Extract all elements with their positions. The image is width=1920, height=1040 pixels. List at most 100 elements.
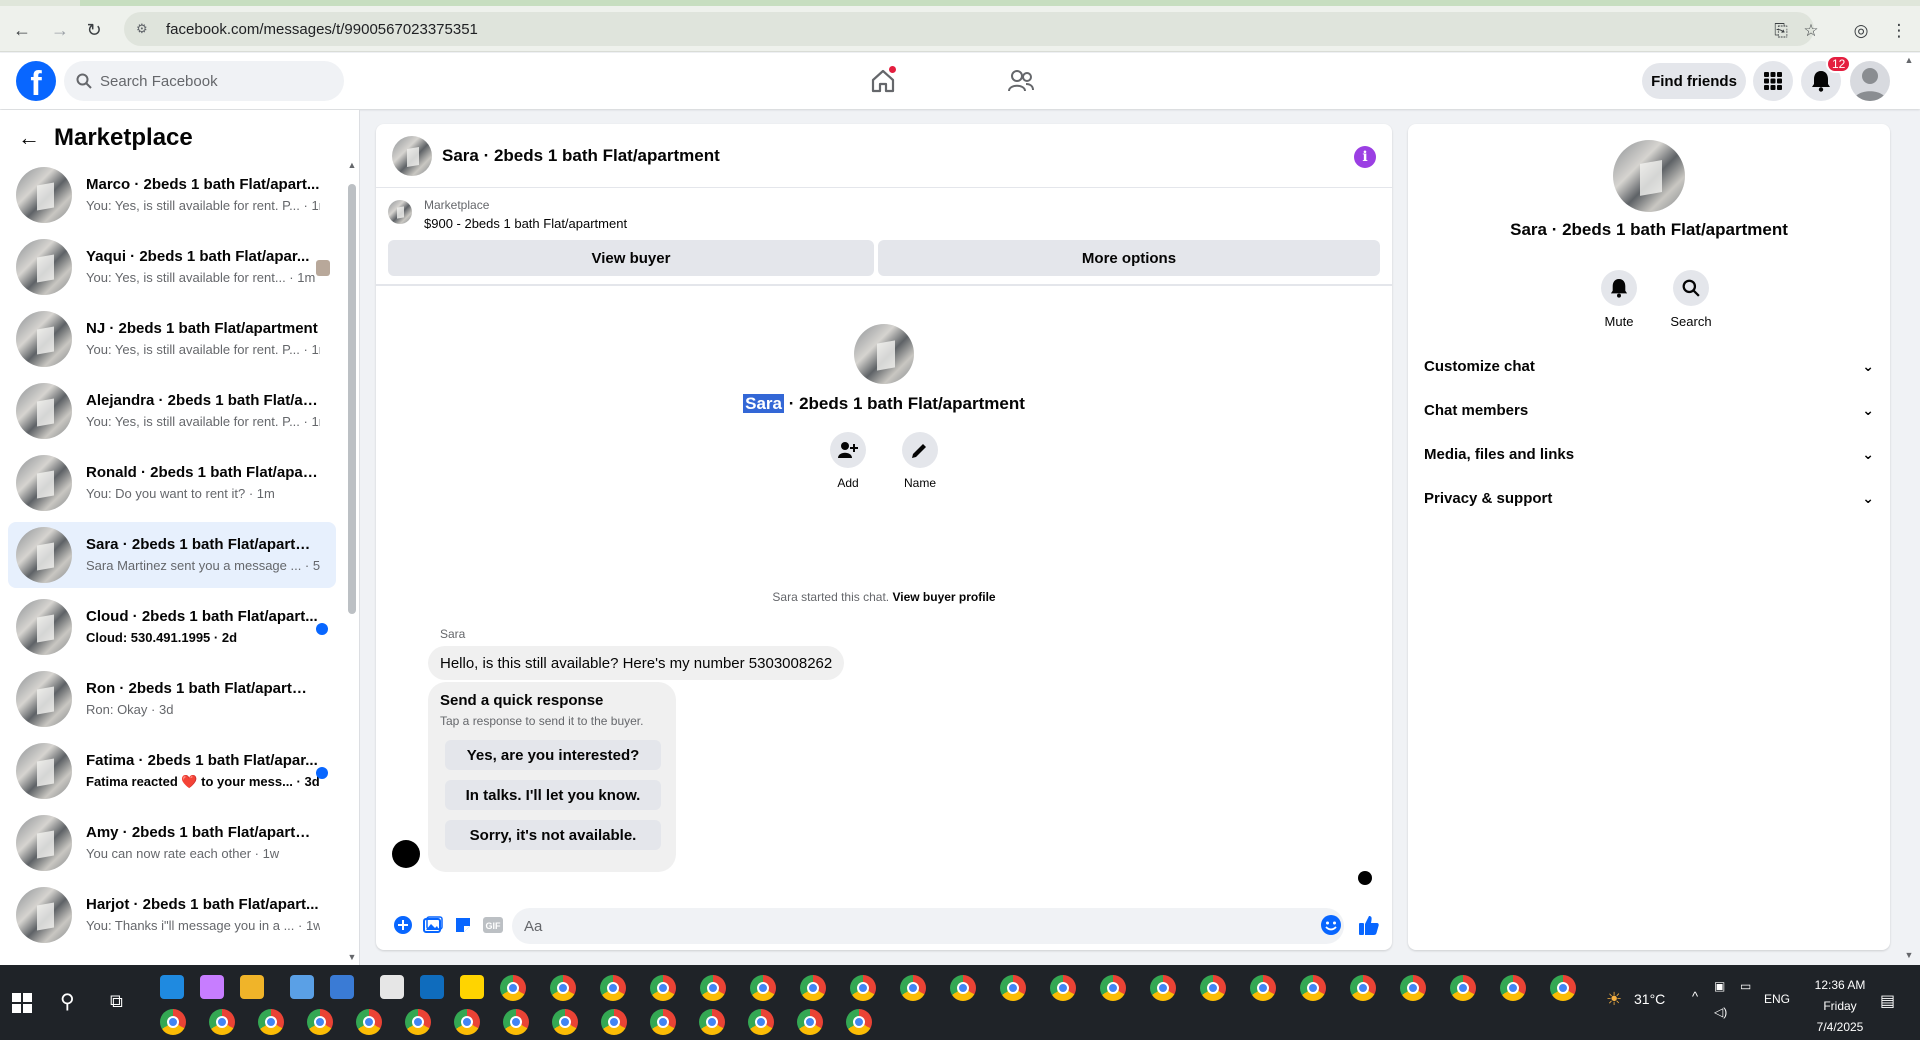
conversation-item[interactable]: Harjot · 2beds 1 bath Flat/apart... You: … [8, 882, 336, 948]
taskbar-app-icon[interactable] [1050, 975, 1076, 1001]
profile-icon[interactable]: ◎ [1850, 20, 1872, 42]
taskbar-app-icon[interactable] [240, 975, 264, 999]
conversation-item[interactable]: Fatima · 2beds 1 bath Flat/apar... Fatima… [8, 738, 336, 804]
friends-nav[interactable] [1001, 61, 1041, 101]
scroll-up-arrow-icon[interactable]: ▲ [347, 160, 357, 170]
address-bar[interactable]: ⚙ facebook.com/messages/t/99005670233753… [124, 12, 1814, 46]
taskbar-app-icon[interactable] [200, 975, 224, 999]
mute-action[interactable]: Mute [1589, 270, 1649, 329]
name-chat-action[interactable]: Name [890, 432, 950, 490]
forward-icon[interactable]: → [46, 16, 74, 44]
taskbar-app-icon[interactable] [1550, 975, 1576, 1001]
back-icon[interactable]: ← [8, 16, 36, 44]
site-settings-icon[interactable]: ⚙ [136, 21, 158, 37]
taskbar-app-icon[interactable] [699, 1009, 725, 1035]
taskbar-app-icon[interactable] [650, 1009, 676, 1035]
conversation-item[interactable]: Marco · 2beds 1 bath Flat/apart... You: Y… [8, 162, 336, 228]
home-nav[interactable] [863, 61, 903, 101]
taskbar-app-icon[interactable] [1450, 975, 1476, 1001]
taskbar-app-icon[interactable] [1500, 975, 1526, 1001]
taskbar-app-icon[interactable] [405, 1009, 431, 1035]
bookmark-star-icon[interactable]: ☆ [1800, 20, 1822, 42]
windows-start-icon[interactable] [12, 993, 32, 1013]
view-buyer-profile-link[interactable]: View buyer profile [892, 590, 995, 604]
taskbar-app-icon[interactable] [160, 975, 184, 999]
taskbar-app-icon[interactable] [900, 975, 926, 1001]
taskbar-app-icon[interactable] [356, 1009, 382, 1035]
meet-now-icon[interactable]: ▣ [1714, 979, 1725, 993]
chat-avatar[interactable] [392, 135, 432, 176]
conversation-item[interactable]: NJ · 2beds 1 bath Flat/apartment You: Yes… [8, 306, 336, 372]
conversation-item[interactable]: Alejandra · 2beds 1 bath Flat/ap... You: … [8, 378, 336, 444]
taskbar-app-icon[interactable] [1000, 975, 1026, 1001]
weather-temperature[interactable]: 31°C [1634, 991, 1665, 1007]
sidebar-scrollbar[interactable] [348, 170, 356, 960]
conversation-item[interactable]: Yaqui · 2beds 1 bath Flat/apar... You: Ye… [8, 234, 336, 300]
menu-kebab-icon[interactable]: ⋮ [1888, 20, 1910, 42]
photo-icon[interactable] [422, 914, 444, 936]
conversation-item[interactable]: Ronald · 2beds 1 bath Flat/apart... You: … [8, 450, 336, 516]
taskbar-app-icon[interactable] [600, 975, 626, 1001]
taskbar-app-icon[interactable] [850, 975, 876, 1001]
customize-chat-row[interactable]: Customize chat ⌄ [1424, 346, 1874, 386]
listing-price-title[interactable]: $900 - 2beds 1 bath Flat/apartment [424, 216, 627, 231]
input-language[interactable]: ENG [1764, 992, 1790, 1006]
quick-response-in-talks-button[interactable]: In talks. I'll let you know. [445, 780, 661, 810]
reload-icon[interactable]: ↻ [80, 16, 108, 44]
account-avatar[interactable] [1850, 61, 1890, 101]
install-icon[interactable]: ⎘ [1770, 20, 1792, 42]
taskbar-app-icon[interactable] [750, 975, 776, 1001]
gif-icon[interactable]: GIF [482, 914, 504, 936]
page-scroll-up-icon[interactable]: ▲ [1904, 55, 1914, 65]
scrollbar-thumb[interactable] [348, 184, 356, 614]
taskbar-clock[interactable]: 12:36 AM Friday 7/4/2025 [1800, 975, 1880, 1038]
chat-members-row[interactable]: Chat members ⌄ [1424, 390, 1874, 430]
quick-response-yes-button[interactable]: Yes, are you interested? [445, 740, 661, 770]
view-buyer-button[interactable]: View buyer [388, 240, 874, 276]
listing-thumbnail[interactable] [388, 200, 412, 224]
conversation-item[interactable]: Cloud · 2beds 1 bath Flat/apart... Cloud:… [8, 594, 336, 660]
plus-actions-icon[interactable] [392, 914, 414, 936]
find-friends-button[interactable]: Find friends [1642, 63, 1746, 99]
taskbar-app-icon[interactable] [1300, 975, 1326, 1001]
taskbar-app-icon[interactable] [420, 975, 444, 999]
conversation-item[interactable]: Sara · 2beds 1 bath Flat/apartme... Sara … [8, 522, 336, 588]
message-input[interactable]: Aa [512, 908, 1344, 944]
emoji-icon[interactable] [1320, 914, 1342, 936]
taskbar-app-icon[interactable] [846, 1009, 872, 1035]
taskbar-app-icon[interactable] [258, 1009, 284, 1035]
taskbar-app-icon[interactable] [1350, 975, 1376, 1001]
taskbar-app-icon[interactable] [601, 1009, 627, 1035]
notification-center-icon[interactable]: ▤ [1880, 991, 1895, 1011]
taskbar-app-icon[interactable] [1100, 975, 1126, 1001]
taskbar-app-icon[interactable] [1250, 975, 1276, 1001]
taskbar-app-icon[interactable] [748, 1009, 774, 1035]
add-people-action[interactable]: Add [818, 432, 878, 490]
quick-response-not-available-button[interactable]: Sorry, it's not available. [445, 820, 661, 850]
taskbar-app-icon[interactable] [503, 1009, 529, 1035]
taskbar-app-icon[interactable] [700, 975, 726, 1001]
conversation-item[interactable]: Amy · 2beds 1 bath Flat/apartm... You can… [8, 810, 336, 876]
sender-avatar[interactable] [392, 840, 420, 868]
scroll-down-arrow-icon[interactable]: ▼ [347, 952, 357, 962]
media-files-links-row[interactable]: Media, files and links ⌄ [1424, 434, 1874, 474]
search-input[interactable]: Search Facebook [64, 61, 344, 101]
taskbar-app-icon[interactable] [380, 975, 404, 999]
taskbar-app-icon[interactable] [550, 975, 576, 1001]
show-hidden-icons-icon[interactable]: ^ [1692, 989, 1698, 1004]
privacy-support-row[interactable]: Privacy & support ⌄ [1424, 478, 1874, 518]
taskbar-app-icon[interactable] [454, 1009, 480, 1035]
taskbar-app-icon[interactable] [650, 975, 676, 1001]
taskbar-app-icon[interactable] [500, 975, 526, 1001]
network-icon[interactable]: ▭ [1740, 979, 1751, 993]
info-icon[interactable]: i [1354, 146, 1376, 168]
task-view-icon[interactable]: ⧉ [110, 991, 123, 1012]
taskbar-app-icon[interactable] [460, 975, 484, 999]
thumbs-up-icon[interactable] [1358, 914, 1380, 936]
taskbar-app-icon[interactable] [1200, 975, 1226, 1001]
taskbar-app-icon[interactable] [330, 975, 354, 999]
details-avatar[interactable] [1613, 140, 1685, 212]
volume-icon[interactable]: ◁) [1714, 1005, 1727, 1019]
back-arrow-icon[interactable]: ← [18, 125, 40, 151]
taskbar-app-icon[interactable] [552, 1009, 578, 1035]
